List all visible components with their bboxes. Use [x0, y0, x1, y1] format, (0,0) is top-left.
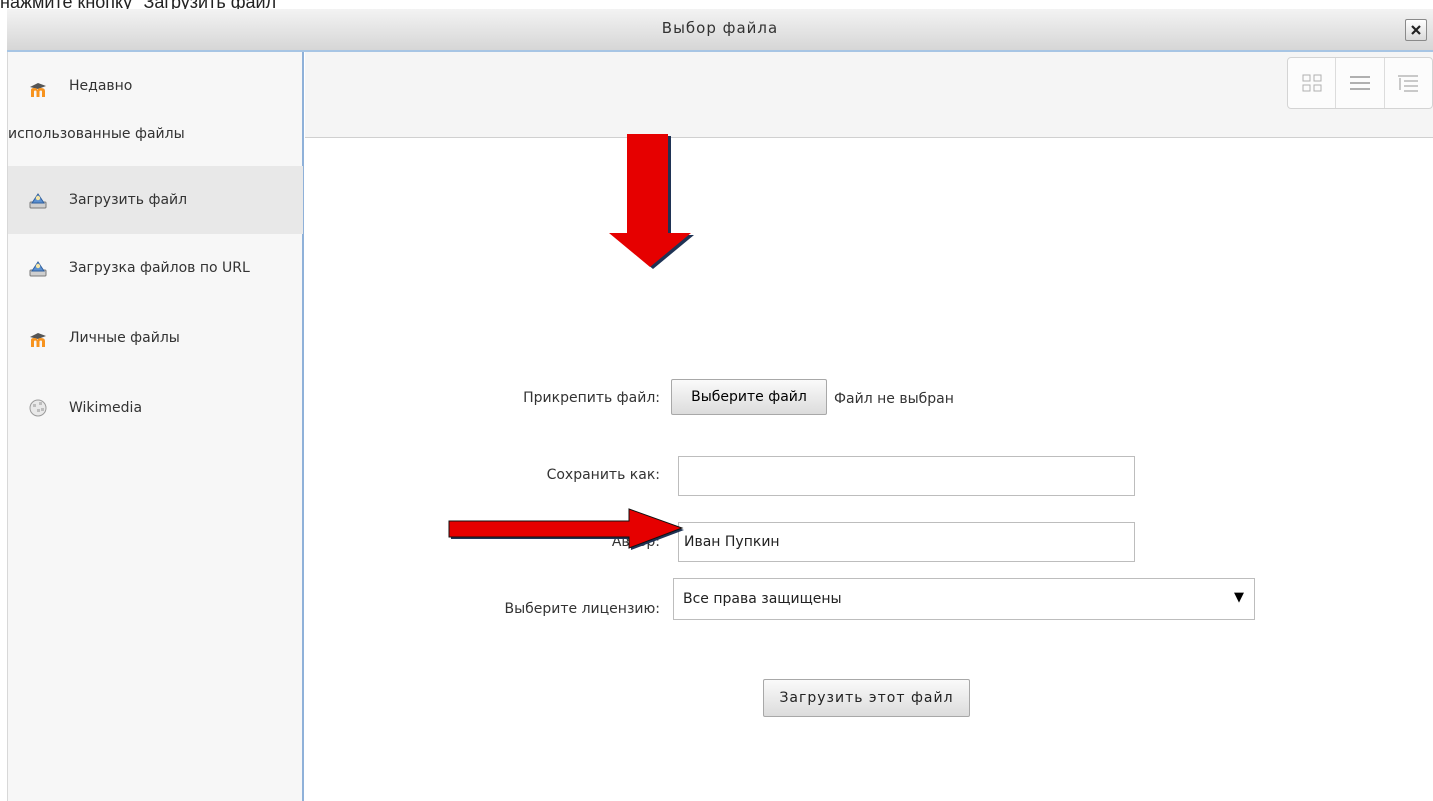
moodle-icon: [30, 333, 46, 347]
content-toolbar: [305, 52, 1433, 138]
repository-sidebar: Недавно использованные файлы Загрузить ф…: [7, 52, 304, 801]
url-download-icon: [29, 261, 47, 277]
sidebar-item-label: Wikimedia: [69, 400, 143, 416]
author-label: Автор:: [611, 534, 660, 550]
sidebar-item-label: Загрузить файл: [69, 192, 188, 208]
sidebar-item-label: Загрузка файлов по URL: [69, 260, 250, 276]
no-file-chosen-text: Файл не выбран: [834, 391, 954, 407]
dialog-title: Выбор файла: [661, 19, 779, 37]
attach-file-label: Прикрепить файл:: [523, 390, 660, 406]
sidebar-item-label: Недавно: [69, 78, 133, 94]
license-selected-value: Все права защищены: [683, 591, 842, 607]
sidebar-item-label: Личные файлы: [69, 330, 180, 346]
upload-this-file-button[interactable]: Загрузить этот файл: [763, 679, 970, 717]
author-input[interactable]: [678, 522, 1135, 562]
save-as-input[interactable]: [678, 456, 1135, 496]
view-mode-toggle: [1287, 57, 1433, 109]
license-select[interactable]: Все права защищены ▼: [673, 578, 1255, 620]
icons-view-icon: [1302, 74, 1322, 92]
sidebar-item-label-continued: использованные файлы: [8, 126, 185, 142]
moodle-icon: [30, 83, 46, 97]
upload-icon: [29, 193, 47, 209]
tree-view-icon: [1398, 75, 1419, 92]
sidebar-item-wikimedia[interactable]: Wikimedia: [8, 388, 303, 432]
wikimedia-globe-icon: [29, 399, 47, 417]
save-as-label: Сохранить как:: [546, 467, 660, 483]
list-view-button[interactable]: [1336, 58, 1385, 108]
icons-view-button[interactable]: [1288, 58, 1337, 108]
choose-file-button[interactable]: Выберите файл: [671, 379, 827, 415]
list-view-icon: [1349, 76, 1370, 90]
chevron-down-icon: ▼: [1234, 590, 1244, 605]
sidebar-item-upload-file[interactable]: Загрузить файл: [8, 166, 303, 234]
sidebar-item-url-download[interactable]: Загрузка файлов по URL: [8, 248, 303, 292]
close-icon: [1411, 25, 1421, 35]
license-label: Выберите лицензию:: [504, 601, 661, 617]
sidebar-item-private-files[interactable]: Личные файлы: [8, 318, 303, 362]
sidebar-item-recent-files[interactable]: Недавно использованные файлы: [8, 52, 303, 142]
close-button[interactable]: [1405, 19, 1427, 41]
tree-view-button[interactable]: [1385, 58, 1432, 108]
dialog-titlebar: Выбор файла: [7, 9, 1433, 52]
